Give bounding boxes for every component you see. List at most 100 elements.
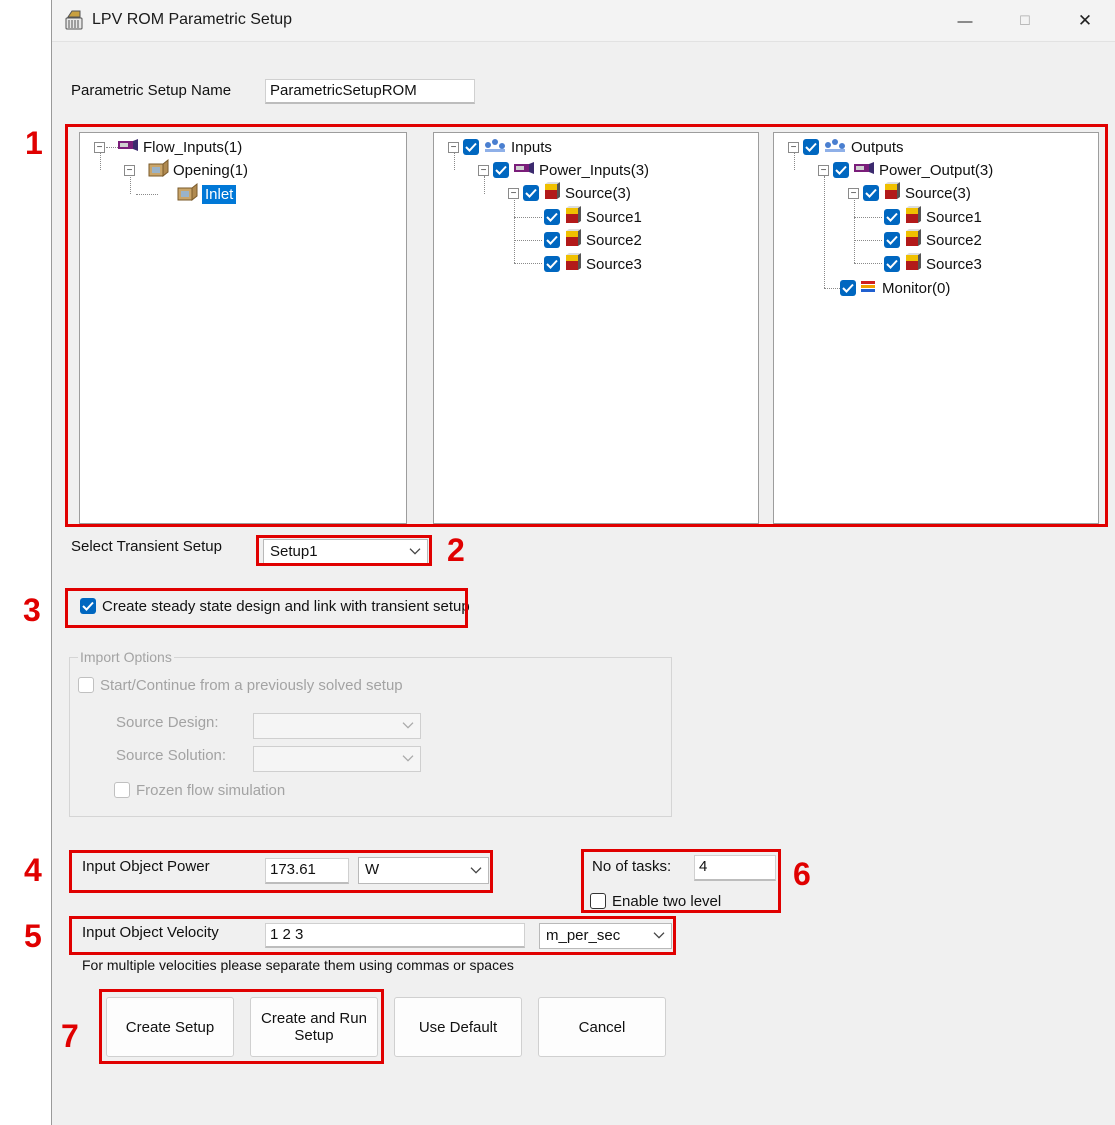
tree-node-source3[interactable]: Source3 [884, 253, 982, 274]
button-label: Setup [294, 1027, 334, 1044]
chevron-down-icon [409, 542, 421, 559]
tree-node-label: Power_Output(3) [879, 161, 994, 179]
checkbox-power-inputs[interactable] [493, 162, 509, 178]
chevron-down-icon [470, 861, 482, 878]
use-default-button[interactable]: Use Default [394, 997, 522, 1057]
cancel-button[interactable]: Cancel [538, 997, 666, 1057]
start-continue-checkbox[interactable] [78, 677, 94, 693]
tree-node-label: Power_Inputs(3) [539, 161, 650, 179]
velocity-unit-dropdown[interactable]: m_per_sec [539, 923, 672, 949]
checkbox-source2[interactable] [884, 232, 900, 248]
tree-node-label: Outputs [851, 138, 904, 156]
tree-node-source2[interactable]: Source2 [884, 229, 982, 250]
checkbox-source-group[interactable] [863, 185, 879, 201]
collapse-icon[interactable]: − [818, 164, 829, 176]
checkbox-source3[interactable] [544, 256, 560, 272]
collapse-icon[interactable]: − [508, 187, 519, 199]
transient-setup-dropdown[interactable]: Setup1 [263, 539, 428, 564]
start-continue-label: Start/Continue from a previously solved … [100, 676, 403, 694]
checkbox-inputs[interactable] [463, 139, 479, 155]
steady-state-checkbox[interactable] [80, 598, 96, 614]
tree-node-source-group[interactable]: − Source(3) [848, 181, 971, 205]
transient-setup-value: Setup1 [270, 543, 318, 560]
chevron-down-icon [653, 927, 665, 944]
tree-node-label: Inputs [511, 138, 552, 156]
collapse-icon[interactable]: − [124, 164, 135, 176]
velocity-input[interactable]: 1 2 3 [265, 923, 525, 948]
setup-name-input[interactable]: ParametricSetupROM [265, 79, 475, 104]
create-and-run-setup-button[interactable]: Create and Run Setup [250, 997, 378, 1057]
setup-name-label: Parametric Setup Name [71, 82, 232, 99]
import-options-title: Import Options [78, 649, 174, 665]
velocity-hint: For multiple velocities please separate … [82, 957, 514, 973]
frozen-flow-checkbox[interactable] [114, 782, 130, 798]
frozen-flow-option[interactable]: Frozen flow simulation [114, 780, 285, 800]
maximize-button[interactable]: ☐ [1002, 6, 1048, 36]
two-level-checkbox[interactable] [590, 893, 606, 909]
tree-node-label: Flow_Inputs(1) [143, 138, 243, 156]
close-button[interactable]: ✕ [1062, 6, 1108, 36]
two-level-option[interactable]: Enable two level [590, 891, 721, 911]
tree-node-source-group[interactable]: − Source(3) [508, 182, 631, 203]
power-unit-dropdown[interactable]: W [358, 857, 489, 884]
outputs-tree[interactable]: − Outputs − Power_Output(3) − Source(3) … [773, 132, 1099, 524]
opening-icon [147, 158, 169, 182]
checkbox-monitor[interactable] [840, 280, 856, 296]
tree-node-inlet[interactable]: Inlet [176, 182, 237, 204]
create-setup-button[interactable]: Create Setup [106, 997, 234, 1057]
tree-node-label: Source1 [586, 208, 642, 226]
group-icon [483, 137, 507, 157]
tree-node-source2[interactable]: Source2 [544, 229, 642, 250]
checkbox-source1[interactable] [884, 209, 900, 225]
source-icon [564, 252, 582, 276]
power-unit-value: W [365, 861, 380, 878]
source-icon [883, 181, 901, 205]
tree-node-power-inputs[interactable]: − Power_Inputs(3) [478, 160, 649, 180]
annotation-number: 6 [793, 856, 811, 892]
tree-node-source1[interactable]: Source1 [884, 205, 982, 229]
power-input[interactable]: 173.61 [265, 858, 349, 884]
dialog-window: LPV ROM Parametric Setup — ☐ ✕ Parametri… [51, 0, 1115, 1125]
tasks-label: No of tasks: [592, 858, 672, 875]
steady-state-option[interactable]: Create steady state design and link with… [80, 596, 470, 616]
tree-node-flow-inputs[interactable]: − Flow_Inputs(1) [94, 137, 242, 157]
inputs-tree[interactable]: − Inputs − Power_Inputs(3) − Source(3) S… [433, 132, 759, 524]
source-solution-label: Source Solution: [116, 747, 227, 764]
button-label: Use Default [418, 1018, 498, 1036]
steady-state-label: Create steady state design and link with… [102, 597, 470, 615]
tree-node-inputs[interactable]: − Inputs [448, 137, 552, 157]
checkbox-source3[interactable] [884, 256, 900, 272]
collapse-icon[interactable]: − [478, 164, 489, 176]
tree-node-label: Monitor(0) [882, 279, 951, 297]
collapse-icon[interactable]: − [788, 141, 799, 153]
tree-node-opening[interactable]: − Opening(1) [124, 158, 248, 182]
checkbox-power-output[interactable] [833, 162, 849, 178]
tasks-input[interactable]: 4 [694, 855, 776, 881]
collapse-icon[interactable]: − [448, 141, 459, 153]
tree-node-label-selected: Inlet [202, 184, 237, 204]
source-solution-dropdown[interactable] [253, 746, 421, 772]
checkbox-source2[interactable] [544, 232, 560, 248]
source-icon [904, 205, 922, 229]
app-icon [64, 9, 84, 35]
annotation-number: 2 [447, 532, 465, 568]
tree-node-source3[interactable]: Source3 [544, 252, 642, 276]
collapse-icon[interactable]: − [848, 187, 859, 199]
minimize-button[interactable]: — [942, 6, 988, 36]
window-title: LPV ROM Parametric Setup [92, 11, 293, 28]
tree-node-outputs[interactable]: − Outputs [788, 137, 904, 157]
flow-inputs-tree[interactable]: − Flow_Inputs(1) − Opening(1) Inlet [79, 132, 407, 524]
collapse-icon[interactable]: − [94, 141, 105, 153]
title-bar[interactable]: LPV ROM Parametric Setup — ☐ ✕ [52, 0, 1115, 42]
velocity-unit-value: m_per_sec [546, 927, 621, 944]
tree-node-monitor[interactable]: Monitor(0) [840, 278, 950, 298]
button-label: Create Setup [125, 1018, 215, 1036]
source-design-dropdown[interactable] [253, 713, 421, 739]
tree-node-source1[interactable]: Source1 [544, 206, 642, 227]
tree-node-power-output[interactable]: − Power_Output(3) [818, 160, 993, 180]
checkbox-source1[interactable] [544, 209, 560, 225]
checkbox-outputs[interactable] [803, 139, 819, 155]
annotation-number: 7 [61, 1018, 79, 1054]
checkbox-source-group[interactable] [523, 185, 539, 201]
start-continue-option[interactable]: Start/Continue from a previously solved … [78, 675, 403, 695]
